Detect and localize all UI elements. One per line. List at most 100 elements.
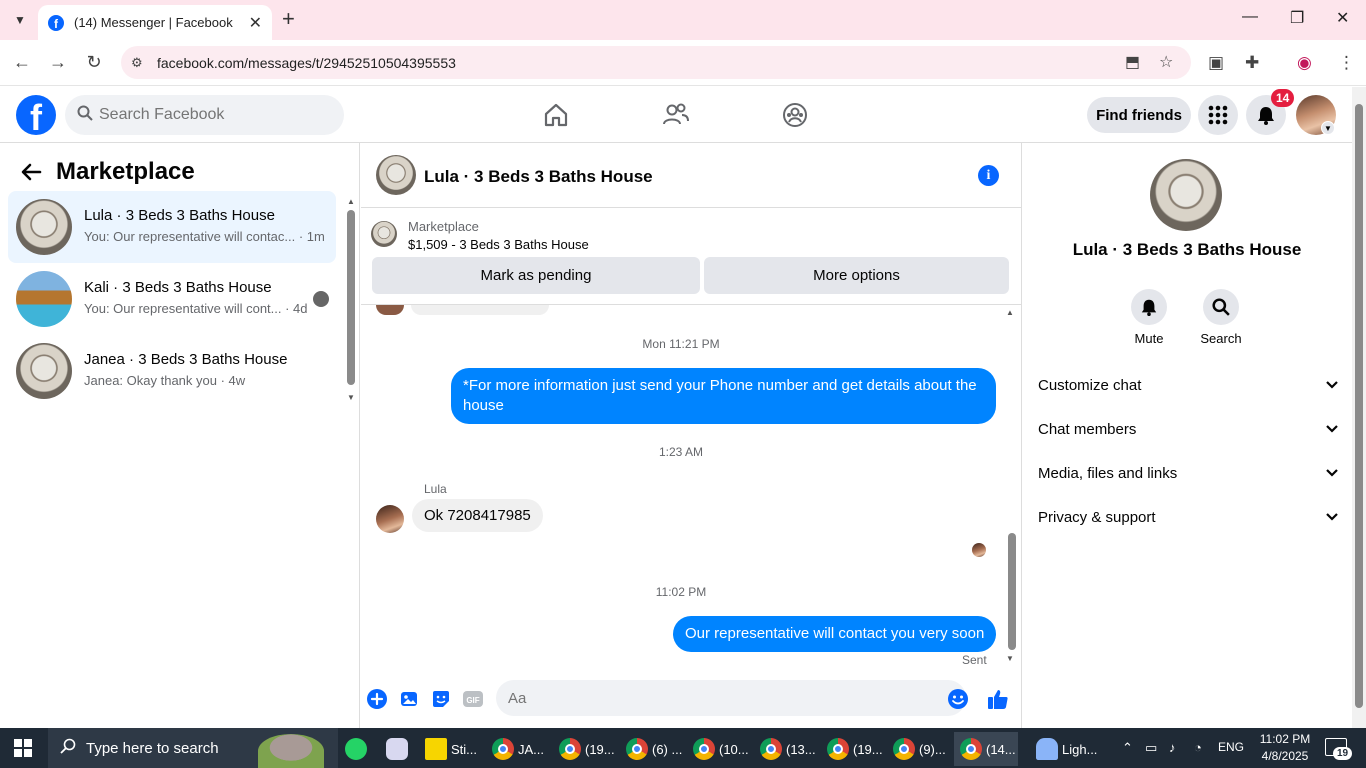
taskbar-chrome-7[interactable]: (9)...: [893, 732, 951, 766]
message-input[interactable]: [496, 680, 966, 716]
tab-search-chevron-icon[interactable]: ▼: [8, 8, 32, 32]
listing-thumbnail[interactable]: [371, 221, 397, 247]
chat-scroll-up-arrow-icon[interactable]: ▲: [1006, 308, 1014, 317]
chat-members-section[interactable]: Chat members: [1038, 409, 1338, 449]
sticker-icon[interactable]: [430, 688, 452, 710]
site-settings-icon[interactable]: ⚙: [131, 55, 149, 71]
taskbar-chrome-1[interactable]: JA...: [492, 732, 550, 766]
chrome-icon: [492, 738, 514, 760]
conversation-item-janea[interactable]: Janea · 3 Beds 3 Baths House Janea: Okay…: [8, 335, 336, 407]
taskbar-weather[interactable]: Ligh...: [1036, 732, 1116, 766]
facebook-logo-icon[interactable]: f: [16, 95, 56, 135]
install-app-icon[interactable]: ⬒: [1125, 52, 1140, 72]
taskbar-chrome-4[interactable]: (10...: [693, 732, 751, 766]
chat-scrollbar[interactable]: [1008, 533, 1016, 650]
home-icon[interactable]: [540, 99, 572, 131]
listing-price[interactable]: $1,509 - 3 Beds 3 Baths House: [408, 237, 589, 252]
taskbar-chrome-3[interactable]: (6) ...: [626, 732, 684, 766]
clock-time: 11:02 PM: [1259, 732, 1311, 746]
emoji-icon[interactable]: [947, 688, 969, 710]
minimize-window-icon[interactable]: —: [1242, 8, 1258, 26]
section-label: Chat members: [1038, 420, 1137, 438]
outgoing-message[interactable]: *For more information just send your Pho…: [451, 368, 996, 424]
reload-icon[interactable]: ↻: [82, 52, 106, 73]
groups-icon[interactable]: [779, 99, 811, 131]
tray-chevron-up-icon[interactable]: ⌃: [1122, 740, 1133, 756]
forward-icon[interactable]: →: [46, 52, 70, 73]
timestamp-divider: 1:23 AM: [658, 445, 704, 459]
scroll-down-arrow-icon[interactable]: ▼: [347, 393, 355, 402]
tab-close-icon[interactable]: ✕: [249, 13, 262, 33]
marketplace-listing-card: Marketplace $1,509 - 3 Beds 3 Baths Hous…: [361, 209, 1021, 305]
taskbar-chrome-5[interactable]: (13...: [760, 732, 818, 766]
restore-window-icon[interactable]: ❐: [1290, 8, 1304, 28]
chat-title[interactable]: Lula · 3 Beds 3 Baths House: [424, 167, 653, 187]
page-scrollbar-thumb[interactable]: [1355, 104, 1363, 708]
taskbar-whatsapp[interactable]: [345, 732, 371, 766]
taskbar-app-label: (10...: [719, 741, 749, 757]
browser-menu-icon[interactable]: ⋮: [1338, 53, 1355, 73]
taskbar-sticky-notes[interactable]: Sti...: [425, 732, 483, 766]
customize-chat-section[interactable]: Customize chat: [1038, 365, 1338, 405]
chat-avatar[interactable]: [376, 155, 416, 195]
listing-label: Marketplace: [408, 219, 479, 234]
facebook-search-box[interactable]: [65, 95, 344, 135]
sender-avatar[interactable]: [376, 505, 404, 533]
new-tab-icon[interactable]: +: [282, 8, 295, 30]
language-indicator[interactable]: ENG: [1218, 740, 1244, 754]
taskbar-clock[interactable]: 11:02 PM 4/8/2025: [1253, 731, 1317, 765]
profile-icon[interactable]: ◉: [1297, 53, 1312, 73]
windows-start-icon[interactable]: [14, 739, 32, 757]
privacy-support-section[interactable]: Privacy & support: [1038, 497, 1338, 537]
outgoing-message[interactable]: Our representative will contact you very…: [673, 616, 997, 652]
section-label: Media, files and links: [1038, 464, 1178, 482]
chrome-icon: [893, 738, 915, 760]
previous-message-bubble: [411, 305, 549, 315]
menu-grid-icon[interactable]: [1198, 95, 1238, 135]
find-friends-button[interactable]: Find friends: [1087, 97, 1191, 133]
chat-pane: Lula · 3 Beds 3 Baths House i Marketplac…: [361, 143, 1022, 728]
mute-button[interactable]: Mute: [1119, 289, 1179, 346]
url-text[interactable]: facebook.com/messages/t/2945251050439555…: [157, 55, 456, 71]
notification-center-badge: 19: [1333, 747, 1353, 760]
taskbar-app-bird[interactable]: [386, 732, 412, 766]
volume-icon[interactable]: ♪: [1169, 740, 1176, 755]
mark-as-pending-button[interactable]: Mark as pending: [372, 257, 700, 294]
robot-extension-icon[interactable]: ▣: [1208, 53, 1224, 73]
taskbar-app-label: (19...: [853, 741, 883, 757]
add-plus-icon[interactable]: [366, 688, 388, 710]
bookmark-star-icon[interactable]: ☆: [1159, 52, 1173, 72]
sticky-notes-icon: [425, 738, 447, 760]
close-window-icon[interactable]: ✕: [1336, 8, 1349, 28]
photo-icon[interactable]: [399, 688, 421, 710]
taskbar-chrome-2[interactable]: (19...: [559, 732, 617, 766]
search-in-chat-button[interactable]: Search: [1191, 289, 1251, 346]
info-icon[interactable]: i: [978, 165, 999, 186]
scroll-up-arrow-icon[interactable]: ▲: [347, 197, 355, 206]
gif-icon[interactable]: GIF: [462, 688, 484, 710]
friends-icon[interactable]: [660, 99, 692, 131]
browser-tab-messenger[interactable]: f (14) Messenger | Facebook ✕: [38, 5, 272, 40]
svg-text:GIF: GIF: [466, 696, 479, 705]
more-options-button[interactable]: More options: [704, 257, 1009, 294]
back-arrow-icon[interactable]: [20, 161, 42, 189]
account-chevron-icon[interactable]: ▼: [1321, 121, 1335, 135]
incoming-message[interactable]: Ok 7208417985: [412, 499, 543, 532]
back-icon[interactable]: ←: [10, 52, 34, 73]
listing-avatar[interactable]: [1150, 159, 1222, 231]
wifi-icon[interactable]: ◔: [1194, 740, 1202, 755]
weather-label: Ligh...: [1062, 741, 1098, 757]
address-bar[interactable]: ⚙ facebook.com/messages/t/29452510504395…: [121, 46, 1191, 79]
taskbar-chrome-6[interactable]: (19...: [827, 732, 885, 766]
section-label: Customize chat: [1038, 376, 1142, 394]
conversation-item-kali[interactable]: Kali · 3 Beds 3 Baths House You: Our rep…: [8, 263, 336, 335]
chat-scroll-down-arrow-icon[interactable]: ▼: [1006, 654, 1014, 663]
conversation-list-scrollbar[interactable]: [347, 210, 355, 385]
thumbs-up-icon[interactable]: [987, 688, 1009, 710]
search-input[interactable]: [99, 106, 319, 124]
media-files-links-section[interactable]: Media, files and links: [1038, 453, 1338, 493]
extensions-puzzle-icon[interactable]: ✚: [1245, 53, 1259, 73]
conversation-item-lula[interactable]: Lula · 3 Beds 3 Baths House You: Our rep…: [8, 191, 336, 263]
taskbar-chrome-active[interactable]: (14...: [954, 732, 1018, 766]
battery-icon[interactable]: ▭: [1145, 740, 1157, 756]
